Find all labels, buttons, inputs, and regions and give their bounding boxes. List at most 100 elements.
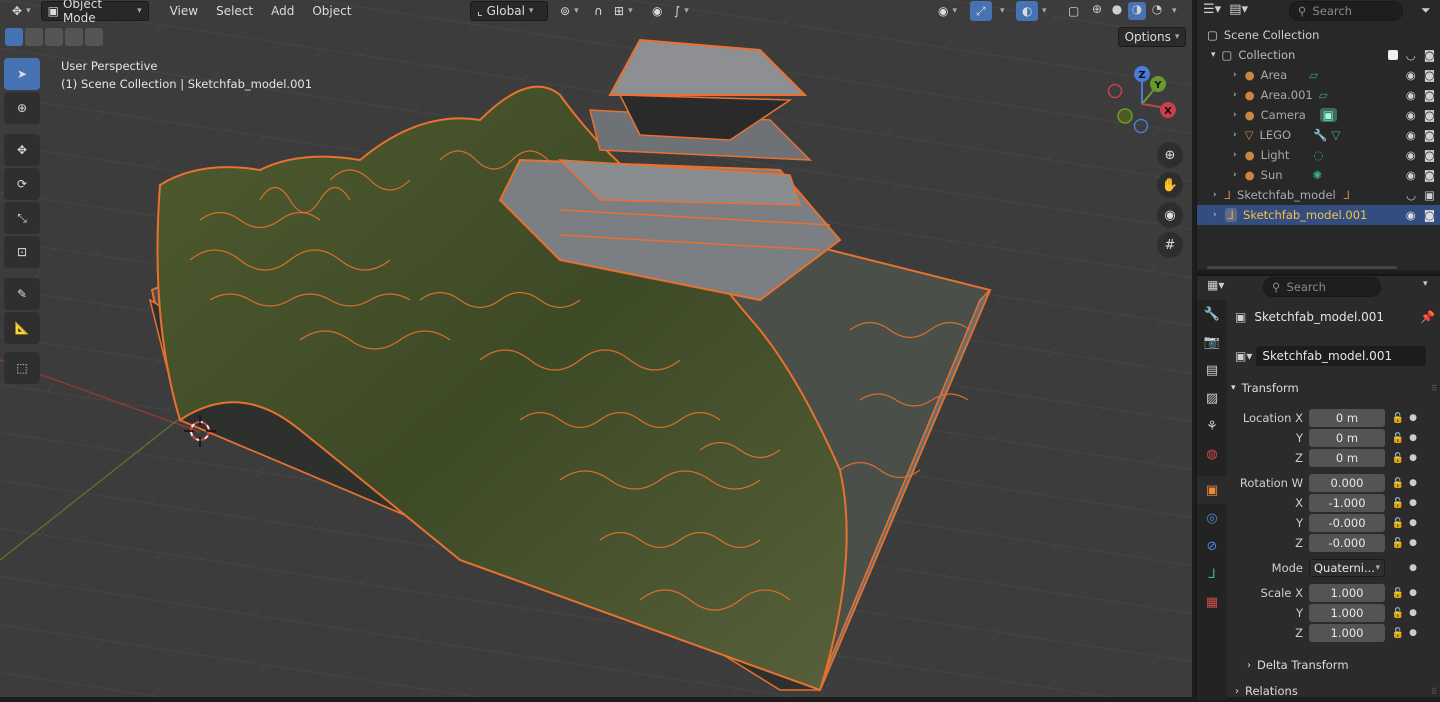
lock-icon[interactable]: 🔓: [1389, 453, 1407, 464]
solid-shading-icon[interactable]: ●: [1108, 2, 1126, 20]
physics-tab[interactable]: ◎: [1197, 504, 1227, 532]
transform-orientation-dropdown[interactable]: ⌞ Global ▾: [470, 1, 548, 21]
select-extend-icon[interactable]: [25, 28, 43, 46]
outliner-item-area[interactable]: › ● Area ▱ ◉ ◙: [1197, 65, 1440, 85]
move-tool[interactable]: ✥: [4, 134, 40, 166]
measure-tool[interactable]: 📐: [4, 312, 40, 344]
transform-tool[interactable]: ⊡: [4, 236, 40, 268]
expand-chevron-icon[interactable]: ›: [1233, 90, 1237, 100]
pin-icon[interactable]: 📌: [1420, 310, 1435, 324]
rotate-tool[interactable]: ⟳: [4, 168, 40, 200]
keyframe-dot-icon[interactable]: ●: [1407, 478, 1419, 488]
camera-view-button[interactable]: ◉: [1157, 202, 1183, 228]
keyframe-dot-icon[interactable]: ●: [1407, 538, 1419, 548]
select-new-icon[interactable]: [5, 28, 23, 46]
viewport-scene[interactable]: [0, 0, 1192, 697]
annotate-tool[interactable]: ✎: [4, 278, 40, 310]
camera-render-icon[interactable]: ◙: [1424, 208, 1435, 222]
lock-icon[interactable]: 🔓: [1389, 628, 1407, 639]
drag-handle-icon[interactable]: ⠿: [1431, 687, 1437, 696]
outliner-item-lego[interactable]: › ▽ LEGO 🔧 ▽ ◉ ◙: [1197, 125, 1440, 145]
options-dropdown[interactable]: Options ▾: [1118, 27, 1186, 47]
render-tab[interactable]: 📷: [1197, 328, 1227, 356]
rotation-mode-dropdown[interactable]: Quaterni... ▾: [1309, 559, 1385, 577]
outliner-item-area-001[interactable]: › ● Area.001 ▱ ◉ ◙: [1197, 85, 1440, 105]
camera-render-icon[interactable]: ◙: [1424, 108, 1435, 122]
keyframe-dot-icon[interactable]: ●: [1407, 518, 1419, 528]
lock-icon[interactable]: 🔓: [1389, 478, 1407, 489]
keyframe-dot-icon[interactable]: ●: [1407, 498, 1419, 508]
snap-target-button[interactable]: ⊞ ▾: [608, 1, 639, 21]
expand-chevron-icon[interactable]: ›: [1233, 170, 1237, 180]
rotation-z-field[interactable]: -0.000: [1309, 534, 1385, 552]
world-tab[interactable]: ◍: [1197, 440, 1227, 468]
lock-icon[interactable]: 🔓: [1389, 518, 1407, 529]
rotation-w-field[interactable]: 0.000: [1309, 474, 1385, 492]
transform-section-header[interactable]: ▾ Transform ⠿: [1231, 377, 1437, 399]
xray-toggle[interactable]: ▢: [1062, 1, 1085, 21]
proportional-edit-toggle[interactable]: ◉: [646, 1, 668, 21]
data-tab[interactable]: ⅃: [1197, 560, 1227, 588]
menu-add[interactable]: Add: [264, 4, 301, 18]
camera-render-icon[interactable]: ◙: [1424, 88, 1435, 102]
lock-icon[interactable]: 🔓: [1389, 433, 1407, 444]
keyframe-dot-icon[interactable]: ●: [1407, 628, 1419, 638]
location-z-field[interactable]: 0 m: [1309, 449, 1385, 467]
scale-tool[interactable]: ⤡: [4, 202, 40, 234]
lock-icon[interactable]: 🔓: [1389, 538, 1407, 549]
eye-icon[interactable]: ◉: [1406, 208, 1416, 222]
filter-icon[interactable]: ⏷: [1421, 3, 1431, 18]
eye-icon[interactable]: ◉: [1406, 148, 1416, 162]
pivot-point-button[interactable]: ⊚ ▾: [554, 1, 585, 21]
gizmo-dropdown[interactable]: ▾: [994, 1, 1011, 21]
gizmo-toggle[interactable]: ⤢: [970, 1, 992, 21]
keyframe-dot-icon[interactable]: ●: [1407, 588, 1419, 598]
location-x-field[interactable]: 0 m: [1309, 409, 1385, 427]
eye-icon[interactable]: ◉: [1406, 108, 1416, 122]
relations-section[interactable]: › Relations ⠿: [1231, 680, 1437, 702]
chevron-down-icon[interactable]: ▾: [1423, 279, 1428, 289]
visibility-button[interactable]: ◉ ▾: [932, 1, 963, 21]
select-intersect-icon[interactable]: [85, 28, 103, 46]
menu-view[interactable]: View: [163, 4, 205, 18]
outliner-scrollbar[interactable]: [1207, 266, 1397, 269]
outliner-item-sun[interactable]: › ● Sun ✺ ◉ ◙: [1197, 165, 1440, 185]
eye-hidden-icon[interactable]: ◡: [1406, 188, 1416, 202]
select-subtract-icon[interactable]: [45, 28, 63, 46]
shading-dropdown[interactable]: ▾: [1166, 1, 1183, 21]
wireframe-shading-icon[interactable]: ⊕: [1088, 2, 1106, 20]
ortho-toggle-button[interactable]: #: [1157, 232, 1183, 258]
camera-render-icon[interactable]: ◙: [1424, 128, 1435, 142]
checkbox-icon[interactable]: [1387, 50, 1398, 60]
location-y-field[interactable]: 0 m: [1309, 429, 1385, 447]
output-tab[interactable]: ▤: [1197, 356, 1227, 384]
menu-select[interactable]: Select: [209, 4, 260, 18]
outliner-search-input[interactable]: ⚲ Search: [1289, 1, 1403, 21]
scale-x-field[interactable]: 1.000: [1309, 584, 1385, 602]
camera-render-icon[interactable]: ◙: [1424, 168, 1435, 182]
object-type-dropdown[interactable]: ▣▾: [1235, 349, 1252, 363]
eye-icon[interactable]: ◉: [1406, 68, 1416, 82]
menu-object[interactable]: Object: [305, 4, 358, 18]
constraints-tab[interactable]: ⊘: [1197, 532, 1227, 560]
eye-icon[interactable]: ◉: [1406, 168, 1416, 182]
rotation-y-field[interactable]: -0.000: [1309, 514, 1385, 532]
lock-icon[interactable]: 🔓: [1389, 498, 1407, 509]
material-shading-icon[interactable]: ◑: [1128, 2, 1146, 20]
expand-chevron-icon[interactable]: ›: [1233, 130, 1237, 140]
3d-viewport[interactable]: ✥ ▾ ▣ Object Mode ▾ View Select Add Objec…: [0, 0, 1192, 697]
editor-type-properties-icon[interactable]: ▦▾: [1207, 278, 1224, 292]
rendered-shading-icon[interactable]: ◔: [1148, 2, 1166, 20]
view-layer-tab[interactable]: ▨: [1197, 384, 1227, 412]
cursor-tool[interactable]: ⊕: [4, 92, 40, 124]
outliner-item-sketchfab-model-001[interactable]: › ⅃ Sketchfab_model.001 ◉ ◙: [1197, 205, 1440, 225]
keyframe-dot-icon[interactable]: ●: [1407, 453, 1419, 463]
camera-render-icon[interactable]: ◙: [1424, 48, 1435, 62]
texture-tab[interactable]: ▦: [1197, 588, 1227, 616]
camera-render-icon[interactable]: ◙: [1424, 68, 1435, 82]
properties-search-input[interactable]: ⚲ Search: [1263, 277, 1381, 297]
delta-transform-section[interactable]: › Delta Transform: [1231, 654, 1437, 676]
rotation-x-field[interactable]: -1.000: [1309, 494, 1385, 512]
expand-chevron-icon[interactable]: ›: [1233, 110, 1237, 120]
add-cube-tool[interactable]: ⬚: [4, 352, 40, 384]
